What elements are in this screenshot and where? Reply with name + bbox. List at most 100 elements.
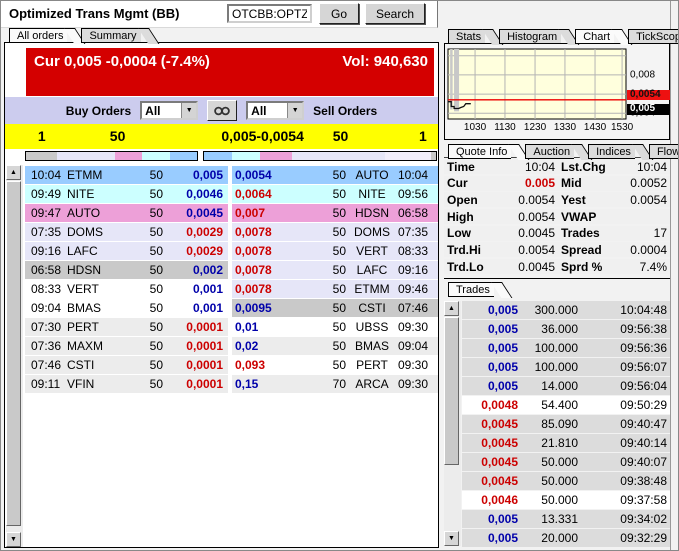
trade-size: 100.000 <box>518 341 578 355</box>
ask-row[interactable]: 0,006450NITE09:56 <box>232 185 438 203</box>
depth-segment <box>115 152 142 160</box>
bid-mm: BMAS <box>67 301 117 315</box>
bid-size: 50 <box>117 377 163 391</box>
ask-row[interactable]: 0,007850DOMS07:35 <box>232 223 438 241</box>
scroll-up-icon[interactable]: ▲ <box>6 165 21 180</box>
trade-size: 14.000 <box>518 379 578 393</box>
bid-row[interactable]: 07:46CSTI500,0001 <box>25 356 228 374</box>
ask-row[interactable]: 0,007850ETMM09:46 <box>232 280 438 298</box>
order-book-row: 07:30PERT500,00010,0150UBSS09:30 <box>25 318 438 336</box>
chevron-down-icon[interactable]: ▼ <box>181 103 196 118</box>
scroll-down-icon[interactable]: ▼ <box>6 532 21 547</box>
trade-size: 50.000 <box>518 455 578 469</box>
quote-label: Mid <box>558 176 618 190</box>
tab-tickscope[interactable]: TickScope <box>628 29 679 44</box>
book-scrollbar[interactable]: ▲ ▼ <box>6 165 23 547</box>
quote-label: Trades <box>558 226 618 240</box>
ask-mm: ETMM <box>346 282 398 296</box>
bid-row[interactable]: 09:11VFIN500,0001 <box>25 375 228 393</box>
tab-all-orders[interactable]: All orders <box>9 28 67 43</box>
bid-row[interactable]: 09:16LAFC500,0029 <box>25 242 228 260</box>
bid-row[interactable]: 06:58HDSN500,002 <box>25 261 228 279</box>
price-chart <box>447 48 627 120</box>
scroll-up-icon[interactable]: ▲ <box>444 301 459 316</box>
ask-time: 07:46 <box>398 301 443 315</box>
bid-mm: MAXM <box>67 339 117 353</box>
tab-chart[interactable]: Chart <box>575 29 614 44</box>
ask-row[interactable]: 0,007850LAFC09:16 <box>232 261 438 279</box>
ask-row[interactable]: 0,00750HDSN06:58 <box>232 204 438 222</box>
bid-mm: VFIN <box>67 377 117 391</box>
y-axis-tick: 0,008 <box>630 69 655 80</box>
link-views-button[interactable] <box>207 100 237 121</box>
trade-row: 0,004854.40009:50:29 <box>462 396 671 414</box>
trades-scrollbar-thumb[interactable] <box>444 317 459 465</box>
tab-summary[interactable]: Summary <box>81 28 140 43</box>
ask-row[interactable]: 0,009550CSTI07:46 <box>232 299 438 317</box>
ask-row[interactable]: 0,005450AUTO10:04 <box>232 166 438 184</box>
ask-row[interactable]: 0,1570ARCA09:30 <box>232 375 438 393</box>
ask-row[interactable]: 0,0250BMAS09:04 <box>232 337 438 355</box>
ask-size: 50 <box>294 282 346 296</box>
bid-time: 08:33 <box>25 282 67 296</box>
trade-size: 50.000 <box>518 474 578 488</box>
bid-row[interactable]: 07:35DOMS500,0029 <box>25 223 228 241</box>
book-scrollbar-thumb[interactable] <box>6 181 21 526</box>
ask-row[interactable]: 0,0150UBSS09:30 <box>232 318 438 336</box>
bid-row[interactable]: 09:49NITE500,0046 <box>25 185 228 203</box>
ask-row[interactable]: 0,09350PERT09:30 <box>232 356 438 374</box>
current-price-text: Cur 0,005 -0,0004 (-7.4%) <box>34 53 210 70</box>
depth-segment <box>26 152 57 160</box>
scroll-down-icon[interactable]: ▼ <box>444 531 459 546</box>
go-button[interactable]: Go <box>319 3 359 24</box>
bid-mm: CSTI <box>67 358 117 372</box>
bid-row[interactable]: 07:36MAXM500,0001 <box>25 337 228 355</box>
bid-price: 0,0001 <box>163 339 228 353</box>
tab-quote-info[interactable]: Quote Info <box>448 144 511 159</box>
tab-indices[interactable]: Indices <box>588 144 635 159</box>
tab-flow[interactable]: Flow <box>649 144 679 159</box>
quote-label: Open <box>444 193 496 207</box>
symbol-input[interactable] <box>227 4 312 23</box>
tab-stats[interactable]: Stats <box>448 29 485 44</box>
bid-price: 0,0001 <box>163 320 228 334</box>
trades-scrollbar[interactable]: ▲ ▼ <box>444 301 461 546</box>
quote-value: 0.0004 <box>618 243 670 257</box>
ask-count: 1 <box>419 128 427 144</box>
ask-time: 06:58 <box>398 206 443 220</box>
bid-size: 50 <box>117 168 163 182</box>
ask-row[interactable]: 0,007850VERT08:33 <box>232 242 438 260</box>
x-axis-tick: 1230 <box>524 122 546 133</box>
bid-row[interactable]: 09:47AUTO500,0045 <box>25 204 228 222</box>
bid-size: 50 <box>117 244 163 258</box>
chevron-down-icon[interactable]: ▼ <box>287 103 302 118</box>
trade-time: 09:56:38 <box>578 322 671 336</box>
order-book-row: 07:35DOMS500,00290,007850DOMS07:35 <box>25 223 438 241</box>
quote-value: 0.0054 <box>496 243 558 257</box>
bid-row[interactable]: 10:04ETMM500,005 <box>25 166 228 184</box>
quote-label: Sprd % <box>558 260 618 274</box>
bid-row[interactable]: 08:33VERT500,001 <box>25 280 228 298</box>
sell-orders-filter-select[interactable]: All ▼ <box>246 101 304 120</box>
depth-segment <box>204 152 232 160</box>
search-button[interactable]: Search <box>365 3 425 24</box>
sell-filter-value: All <box>248 104 287 118</box>
ask-size: 50 <box>294 339 346 353</box>
buy-orders-filter-select[interactable]: All ▼ <box>140 101 198 120</box>
bid-time: 10:04 <box>25 168 67 182</box>
chart-panel: 0,0080,0060,0040,00540,005 1030113012301… <box>444 43 670 140</box>
x-axis-tick: 1330 <box>554 122 576 133</box>
depth-segment <box>142 152 169 160</box>
bid-row[interactable]: 09:04BMAS500,001 <box>25 299 228 317</box>
ask-time: 09:30 <box>398 377 443 391</box>
tab-trades[interactable]: Trades <box>448 282 494 297</box>
x-axis-tick: 1430 <box>584 122 606 133</box>
depth-segment <box>385 152 431 160</box>
bid-row[interactable]: 07:30PERT500,0001 <box>25 318 228 336</box>
chain-link-icon <box>213 106 231 116</box>
tab-histogram[interactable]: Histogram <box>499 29 561 44</box>
tab-auction[interactable]: Auction <box>525 144 574 159</box>
inside-quote-bar: 1 50 0,005-0,0054 50 1 <box>5 124 438 149</box>
bid-price: 0,0029 <box>163 225 228 239</box>
quote-value: 0.0052 <box>618 176 670 190</box>
